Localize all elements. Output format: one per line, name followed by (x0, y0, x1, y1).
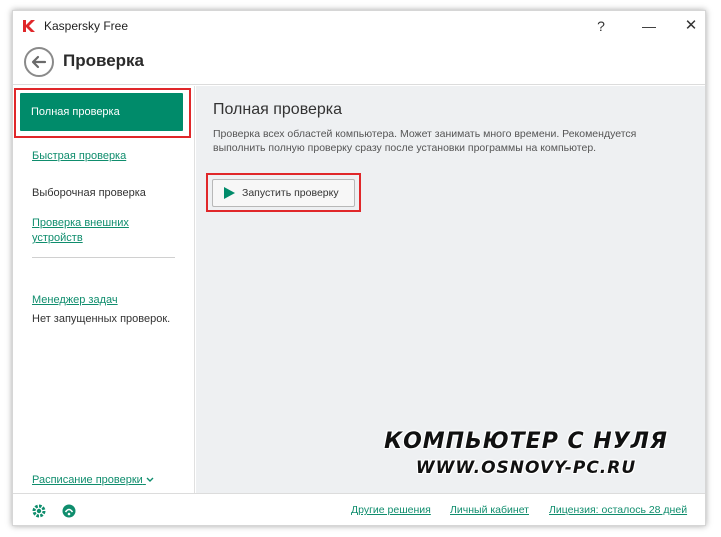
kaspersky-logo-icon (23, 20, 35, 32)
page-header: Проверка (13, 41, 705, 85)
watermark: КОМПЬЮТЕР С НУЛЯ WWW.OSNOVY-PC.RU (356, 428, 696, 480)
app-title: Kaspersky Free (44, 19, 129, 33)
help-button[interactable]: ? (587, 16, 615, 36)
sidebar-item-custom-scan[interactable]: Выборочная проверка (32, 186, 146, 201)
run-scan-button[interactable]: Запустить проверку (212, 179, 355, 207)
arrow-left-icon (31, 55, 47, 69)
task-manager-link[interactable]: Менеджер задач (32, 293, 172, 308)
schedule-link[interactable]: Расписание проверки (32, 473, 154, 488)
no-scans-text: Нет запущенных проверок. (32, 313, 171, 325)
minimize-button[interactable]: — (635, 16, 663, 36)
schedule-label: Расписание проверки (32, 474, 143, 486)
footer: Другие решения Личный кабинет Лицензия: … (13, 493, 705, 525)
chevron-down-icon (146, 477, 154, 483)
watermark-line1: КОМПЬЮТЕР С НУЛЯ (384, 429, 668, 454)
gear-icon[interactable] (31, 503, 47, 519)
sidebar-divider (32, 257, 175, 258)
main-title: Полная проверка (213, 101, 343, 118)
run-scan-label: Запустить проверку (242, 187, 339, 199)
watermark-line2: WWW.OSNOVY-PC.RU (415, 458, 637, 478)
page-title: Проверка (63, 51, 145, 70)
main-description: Проверка всех областей компьютера. Может… (213, 128, 637, 154)
back-button[interactable] (24, 47, 54, 77)
sidebar-item-full-scan[interactable]: Полная проверка (20, 93, 183, 131)
sidebar-item-external-devices[interactable]: Проверка внешних устройств (32, 216, 142, 246)
play-icon (224, 187, 235, 199)
screenshot-frame: Kaspersky Free ? — ✕ Проверка Полная про… (0, 0, 721, 537)
sidebar: Полная проверка Быстрая проверка Выбороч… (13, 86, 195, 493)
support-icon[interactable] (61, 503, 77, 519)
footer-link-my-account[interactable]: Личный кабинет (450, 504, 529, 516)
footer-link-other-solutions[interactable]: Другие решения (351, 504, 431, 516)
title-bar: Kaspersky Free ? — ✕ (13, 11, 705, 41)
footer-link-license[interactable]: Лицензия: осталось 28 дней (549, 504, 687, 516)
close-button[interactable]: ✕ (677, 16, 705, 36)
sidebar-item-quick-scan[interactable]: Быстрая проверка (32, 149, 172, 164)
